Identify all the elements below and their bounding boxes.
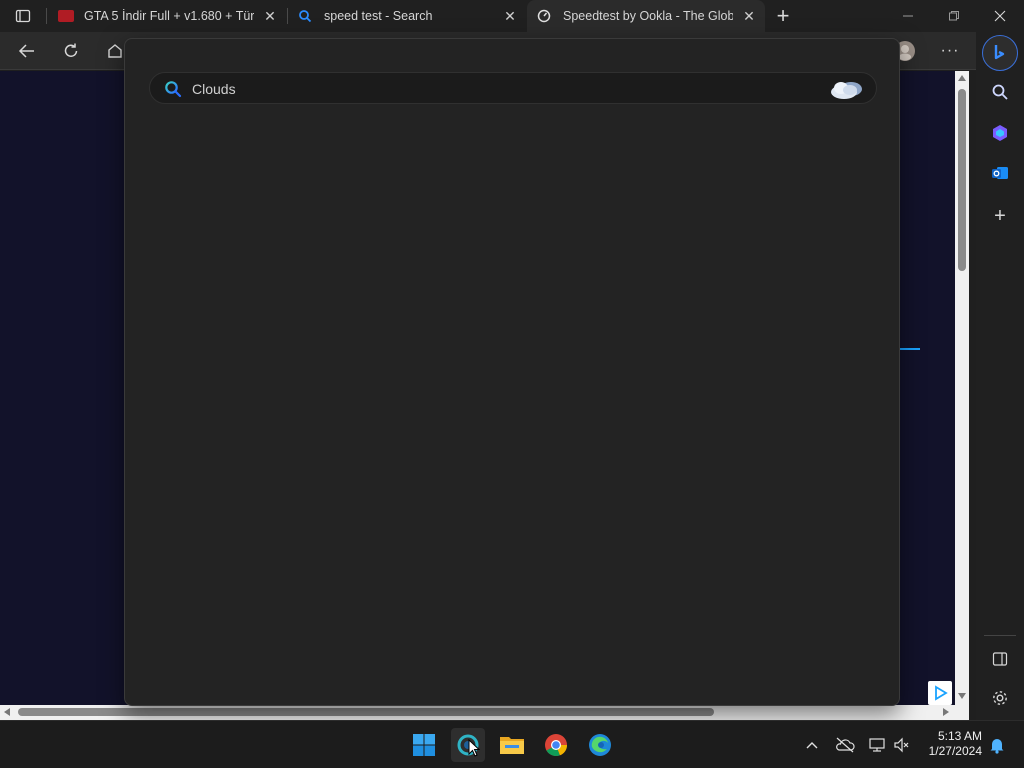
clock-date: 1/27/2024: [928, 744, 982, 758]
horizontal-scrollbar[interactable]: [0, 705, 969, 720]
search-icon: [164, 80, 182, 98]
start-icon[interactable]: [407, 728, 441, 762]
refresh-icon[interactable]: [60, 41, 82, 61]
tab-gta[interactable]: GTA 5 İndir Full + v1.680 + Türkç ✕: [50, 0, 286, 32]
home-icon[interactable]: [104, 41, 126, 61]
tab-title: speed test - Search: [324, 9, 433, 23]
tab-speedtest-ookla[interactable]: Speedtest by Ookla - The Global ✕: [527, 0, 765, 32]
search-input[interactable]: [192, 79, 792, 99]
tab-actions-icon[interactable]: [12, 6, 34, 26]
edge-sidebar: +: [976, 32, 1024, 720]
scroll-up-arrow-icon[interactable]: [958, 75, 966, 81]
more-options-icon[interactable]: ···: [938, 41, 962, 61]
tab-separator: [287, 8, 288, 24]
ad-choices-icon[interactable]: [928, 681, 952, 705]
network-icon[interactable]: [866, 736, 888, 754]
scroll-left-arrow-icon[interactable]: [4, 708, 10, 716]
back-icon[interactable]: [16, 41, 38, 61]
search-favicon-icon: [298, 9, 312, 23]
hide-sidebar-icon[interactable]: [988, 648, 1012, 670]
volume-muted-icon[interactable]: [892, 736, 912, 754]
game-favicon-icon: [58, 10, 74, 22]
windows-taskbar: 5:13 AM 1/27/2024: [0, 720, 1024, 768]
designer-icon[interactable]: [988, 122, 1012, 144]
restore-icon[interactable]: [944, 8, 964, 24]
tab-title: Speedtest by Ookla - The Global: [563, 9, 733, 23]
close-tab-icon[interactable]: ✕: [502, 8, 518, 24]
mouse-cursor-icon: [468, 738, 481, 762]
outlook-icon[interactable]: [988, 162, 1012, 184]
edge-icon[interactable]: [583, 728, 617, 762]
scroll-right-arrow-icon[interactable]: [943, 708, 949, 716]
close-window-icon[interactable]: [990, 8, 1010, 24]
new-tab-button[interactable]: +: [772, 3, 794, 28]
vertical-scrollbar[interactable]: [955, 71, 969, 705]
close-tab-icon[interactable]: ✕: [741, 8, 757, 24]
sidebar-divider: [984, 635, 1016, 636]
cloud-icon: [828, 77, 866, 101]
clock-time: 5:13 AM: [937, 729, 982, 743]
copilot-icon[interactable]: [982, 35, 1018, 71]
scroll-down-arrow-icon[interactable]: [958, 693, 966, 699]
page-accent-line: [899, 348, 920, 350]
tab-separator: [46, 8, 47, 24]
tab-title: GTA 5 İndir Full + v1.680 + Türkç: [84, 9, 254, 23]
horizontal-scroll-thumb[interactable]: [18, 708, 714, 716]
search-icon[interactable]: [988, 81, 1012, 103]
onedrive-offline-icon[interactable]: [833, 736, 857, 754]
settings-gear-icon[interactable]: [988, 687, 1012, 709]
vertical-scroll-thumb[interactable]: [958, 89, 966, 271]
close-tab-icon[interactable]: ✕: [262, 8, 278, 24]
notification-bell-icon[interactable]: [986, 735, 1008, 755]
show-hidden-icons-chevron-icon[interactable]: [802, 737, 822, 753]
file-explorer-icon[interactable]: [495, 728, 529, 762]
minimize-icon[interactable]: [898, 8, 918, 24]
search-box[interactable]: [149, 72, 877, 104]
browser-icon[interactable]: [451, 728, 485, 762]
search-flyout-panel: [124, 38, 900, 706]
speedtest-favicon-icon: [537, 9, 551, 23]
system-clock[interactable]: 5:13 AM 1/27/2024: [929, 729, 982, 759]
chrome-icon[interactable]: [539, 728, 573, 762]
add-sidebar-app-icon[interactable]: +: [988, 205, 1012, 227]
tab-speed-test-search[interactable]: speed test - Search ✕: [290, 0, 526, 32]
tab-strip: GTA 5 İndir Full + v1.680 + Türkç ✕ spee…: [0, 0, 1024, 32]
